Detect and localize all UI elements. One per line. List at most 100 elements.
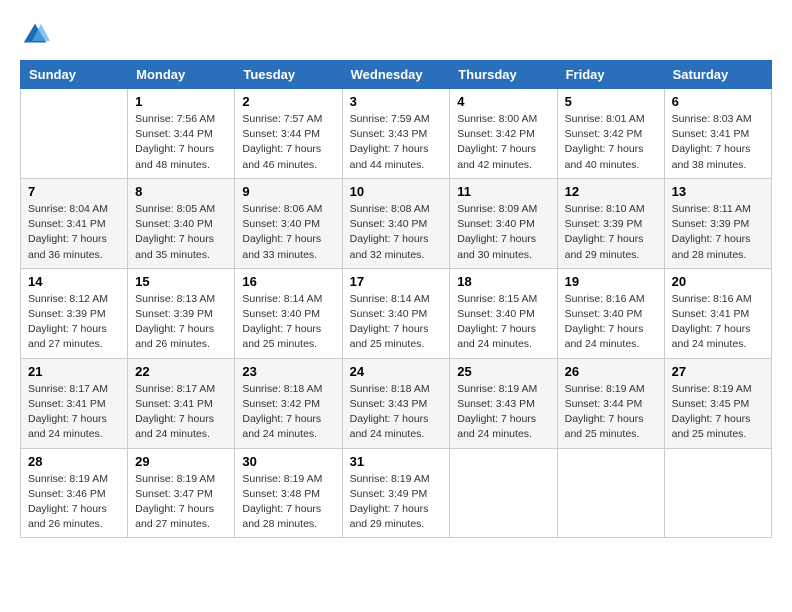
col-header-wednesday: Wednesday <box>342 61 450 89</box>
calendar-cell: 8 Sunrise: 8:05 AM Sunset: 3:40 PM Daylig… <box>128 178 235 268</box>
calendar-cell: 15Sunrise: 8:13 AM Sunset: 3:39 PM Dayli… <box>128 268 235 358</box>
day-number: 12 <box>565 184 657 199</box>
calendar-cell: 18Sunrise: 8:15 AM Sunset: 3:40 PM Dayli… <box>450 268 557 358</box>
day-number: 23 <box>242 364 334 379</box>
calendar-cell: 4 Sunrise: 8:00 AM Sunset: 3:42 PM Daylig… <box>450 89 557 179</box>
day-info: Sunrise: 8:14 AM Sunset: 3:40 PM Dayligh… <box>350 292 443 353</box>
day-info: Sunrise: 8:16 AM Sunset: 3:41 PM Dayligh… <box>672 292 764 353</box>
day-info: Sunrise: 8:19 AM Sunset: 3:46 PM Dayligh… <box>28 472 120 533</box>
calendar-cell: 2Sunrise: 7:57 AM Sunset: 3:44 PM Daylig… <box>235 89 342 179</box>
calendar-cell: 10 Sunrise: 8:08 AM Sunset: 3:40 PM Dayli… <box>342 178 450 268</box>
col-header-thursday: Thursday <box>450 61 557 89</box>
calendar-cell: 23 Sunrise: 8:18 AM Sunset: 3:42 PM Dayli… <box>235 358 342 448</box>
calendar-week-row: 7 Sunrise: 8:04 AM Sunset: 3:41 PM Daylig… <box>21 178 772 268</box>
calendar-cell: 6Sunrise: 8:03 AM Sunset: 3:41 PM Daylig… <box>664 89 771 179</box>
day-number: 30 <box>242 454 334 469</box>
day-number: 29 <box>135 454 227 469</box>
logo <box>20 20 54 50</box>
day-number: 27 <box>672 364 764 379</box>
day-info: Sunrise: 7:57 AM Sunset: 3:44 PM Dayligh… <box>242 112 334 173</box>
day-info: Sunrise: 8:10 AM Sunset: 3:39 PM Dayligh… <box>565 202 657 263</box>
col-header-monday: Monday <box>128 61 235 89</box>
day-info: Sunrise: 8:19 AM Sunset: 3:44 PM Dayligh… <box>565 382 657 443</box>
day-info: Sunrise: 8:00 AM Sunset: 3:42 PM Dayligh… <box>457 112 549 173</box>
day-info: Sunrise: 8:08 AM Sunset: 3:40 PM Dayligh… <box>350 202 443 263</box>
day-info: Sunrise: 7:59 AM Sunset: 3:43 PM Dayligh… <box>350 112 443 173</box>
calendar-cell: 20 Sunrise: 8:16 AM Sunset: 3:41 PM Dayli… <box>664 268 771 358</box>
calendar-table: SundayMondayTuesdayWednesdayThursdayFrid… <box>20 60 772 538</box>
day-info: Sunrise: 7:56 AM Sunset: 3:44 PM Dayligh… <box>135 112 227 173</box>
day-info: Sunrise: 8:19 AM Sunset: 3:47 PM Dayligh… <box>135 472 227 533</box>
calendar-cell <box>21 89 128 179</box>
day-number: 22 <box>135 364 227 379</box>
col-header-friday: Friday <box>557 61 664 89</box>
calendar-cell: 11 Sunrise: 8:09 AM Sunset: 3:40 PM Dayli… <box>450 178 557 268</box>
day-number: 18 <box>457 274 549 289</box>
day-info: Sunrise: 8:13 AM Sunset: 3:39 PM Dayligh… <box>135 292 227 353</box>
day-info: Sunrise: 8:01 AM Sunset: 3:42 PM Dayligh… <box>565 112 657 173</box>
calendar-cell: 3 Sunrise: 7:59 AM Sunset: 3:43 PM Daylig… <box>342 89 450 179</box>
calendar-week-row: 21 Sunrise: 8:17 AM Sunset: 3:41 PM Dayli… <box>21 358 772 448</box>
day-number: 3 <box>350 94 443 109</box>
calendar-week-row: 14 Sunrise: 8:12 AM Sunset: 3:39 PM Dayli… <box>21 268 772 358</box>
day-number: 16 <box>242 274 334 289</box>
day-info: Sunrise: 8:19 AM Sunset: 3:49 PM Dayligh… <box>350 472 443 533</box>
calendar-cell: 13 Sunrise: 8:11 AM Sunset: 3:39 PM Dayli… <box>664 178 771 268</box>
calendar-cell: 12 Sunrise: 8:10 AM Sunset: 3:39 PM Dayli… <box>557 178 664 268</box>
day-info: Sunrise: 8:17 AM Sunset: 3:41 PM Dayligh… <box>135 382 227 443</box>
day-number: 10 <box>350 184 443 199</box>
day-number: 24 <box>350 364 443 379</box>
day-number: 19 <box>565 274 657 289</box>
day-info: Sunrise: 8:19 AM Sunset: 3:48 PM Dayligh… <box>242 472 334 533</box>
day-info: Sunrise: 8:03 AM Sunset: 3:41 PM Dayligh… <box>672 112 764 173</box>
calendar-cell: 30 Sunrise: 8:19 AM Sunset: 3:48 PM Dayli… <box>235 448 342 538</box>
day-info: Sunrise: 8:12 AM Sunset: 3:39 PM Dayligh… <box>28 292 120 353</box>
calendar-cell: 9Sunrise: 8:06 AM Sunset: 3:40 PM Daylig… <box>235 178 342 268</box>
day-number: 4 <box>457 94 549 109</box>
calendar-cell: 28 Sunrise: 8:19 AM Sunset: 3:46 PM Dayli… <box>21 448 128 538</box>
day-number: 13 <box>672 184 764 199</box>
day-number: 21 <box>28 364 120 379</box>
day-number: 28 <box>28 454 120 469</box>
calendar-cell: 31 Sunrise: 8:19 AM Sunset: 3:49 PM Dayli… <box>342 448 450 538</box>
day-info: Sunrise: 8:18 AM Sunset: 3:43 PM Dayligh… <box>350 382 443 443</box>
calendar-cell: 26 Sunrise: 8:19 AM Sunset: 3:44 PM Dayli… <box>557 358 664 448</box>
calendar-cell <box>664 448 771 538</box>
day-number: 14 <box>28 274 120 289</box>
calendar-cell: 29 Sunrise: 8:19 AM Sunset: 3:47 PM Dayli… <box>128 448 235 538</box>
day-info: Sunrise: 8:05 AM Sunset: 3:40 PM Dayligh… <box>135 202 227 263</box>
day-number: 11 <box>457 184 549 199</box>
day-number: 7 <box>28 184 120 199</box>
page-header <box>20 20 772 50</box>
logo-icon <box>20 20 50 50</box>
calendar-week-row: 28 Sunrise: 8:19 AM Sunset: 3:46 PM Dayli… <box>21 448 772 538</box>
calendar-cell: 1 Sunrise: 7:56 AM Sunset: 3:44 PM Daylig… <box>128 89 235 179</box>
calendar-cell <box>450 448 557 538</box>
calendar-cell: 5 Sunrise: 8:01 AM Sunset: 3:42 PM Daylig… <box>557 89 664 179</box>
day-info: Sunrise: 8:11 AM Sunset: 3:39 PM Dayligh… <box>672 202 764 263</box>
day-info: Sunrise: 8:19 AM Sunset: 3:45 PM Dayligh… <box>672 382 764 443</box>
calendar-cell: 16 Sunrise: 8:14 AM Sunset: 3:40 PM Dayli… <box>235 268 342 358</box>
calendar-header-row: SundayMondayTuesdayWednesdayThursdayFrid… <box>21 61 772 89</box>
calendar-cell: 25Sunrise: 8:19 AM Sunset: 3:43 PM Dayli… <box>450 358 557 448</box>
day-info: Sunrise: 8:18 AM Sunset: 3:42 PM Dayligh… <box>242 382 334 443</box>
col-header-sunday: Sunday <box>21 61 128 89</box>
day-number: 20 <box>672 274 764 289</box>
day-info: Sunrise: 8:04 AM Sunset: 3:41 PM Dayligh… <box>28 202 120 263</box>
day-number: 1 <box>135 94 227 109</box>
day-number: 8 <box>135 184 227 199</box>
calendar-cell: 27 Sunrise: 8:19 AM Sunset: 3:45 PM Dayli… <box>664 358 771 448</box>
calendar-cell: 14 Sunrise: 8:12 AM Sunset: 3:39 PM Dayli… <box>21 268 128 358</box>
day-info: Sunrise: 8:09 AM Sunset: 3:40 PM Dayligh… <box>457 202 549 263</box>
calendar-cell: 24 Sunrise: 8:18 AM Sunset: 3:43 PM Dayli… <box>342 358 450 448</box>
day-number: 5 <box>565 94 657 109</box>
col-header-saturday: Saturday <box>664 61 771 89</box>
calendar-cell <box>557 448 664 538</box>
day-info: Sunrise: 8:14 AM Sunset: 3:40 PM Dayligh… <box>242 292 334 353</box>
day-info: Sunrise: 8:16 AM Sunset: 3:40 PM Dayligh… <box>565 292 657 353</box>
day-number: 9 <box>242 184 334 199</box>
calendar-cell: 21Sunrise: 8:17 AM Sunset: 3:41 PM Dayli… <box>21 358 128 448</box>
day-number: 17 <box>350 274 443 289</box>
day-number: 31 <box>350 454 443 469</box>
day-number: 26 <box>565 364 657 379</box>
